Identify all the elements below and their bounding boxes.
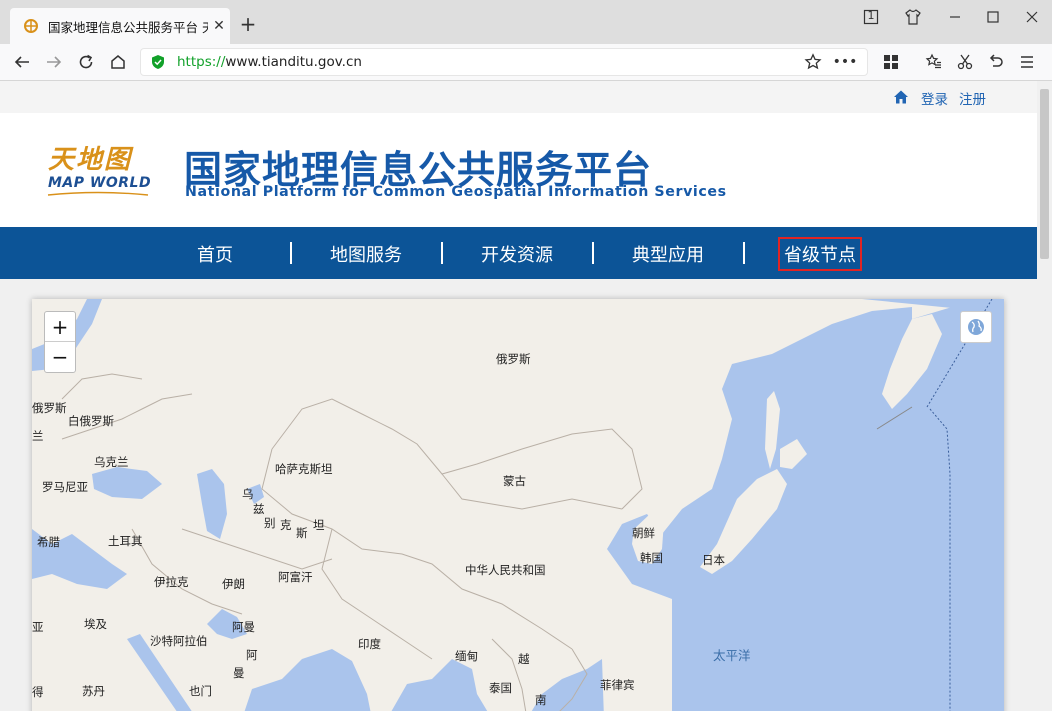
url-host: www.tianditu.gov.cn [225, 54, 362, 70]
favorites-list-icon[interactable] [923, 51, 945, 73]
map-label-myanmar: 缅甸 [455, 649, 478, 663]
map-label-india: 印度 [358, 637, 381, 651]
site-subtitle: National Platform for Common Geospatial … [185, 184, 727, 200]
url-scheme: https:// [177, 54, 226, 70]
nav-home[interactable]: 首页 [197, 241, 233, 267]
browser-tab[interactable]: 国家地理信息公共服务平台 天 ✕ [10, 8, 230, 44]
browser-tab-strip: 国家地理信息公共服务平台 天 ✕ + 1 [0, 0, 1052, 44]
login-link[interactable]: 登录 [921, 88, 948, 108]
tab-title: 国家地理信息公共服务平台 天 [48, 19, 208, 35]
zoom-control: + − [44, 311, 76, 373]
page-actions-icon[interactable]: ••• [833, 53, 858, 71]
map-label-vietnam: 越 [518, 652, 530, 666]
scissors-icon[interactable] [954, 51, 976, 73]
nav-separator [441, 242, 443, 264]
map-label-egypt: 埃及 [84, 617, 107, 631]
nav-separator [592, 242, 594, 264]
map-view[interactable]: 俄罗斯 俄罗斯 白俄罗斯 兰 乌克兰 罗马尼亚 哈萨克斯坦 蒙古 乌 兹 别 克… [32, 299, 1004, 711]
map-label-poland-fragment: 兰 [32, 429, 44, 443]
nav-dev-resources[interactable]: 开发资源 [481, 241, 553, 267]
secure-shield-icon[interactable] [150, 54, 166, 70]
map-label-japan: 日本 [702, 553, 725, 567]
map-label-uzbekistan-6: 坦 [313, 518, 325, 532]
globe-layer-icon[interactable] [960, 311, 992, 343]
map-label-russia: 俄罗斯 [496, 352, 531, 366]
tshirt-icon[interactable] [902, 6, 924, 28]
address-bar[interactable]: https://www.tianditu.gov.cn ••• [140, 48, 868, 76]
map-label-kazakhstan: 哈萨克斯坦 [275, 462, 333, 476]
map-label-cambodia: 南 [535, 693, 547, 707]
scrollbar-thumb[interactable] [1040, 89, 1049, 259]
map-label-sudan-fragment: 得 [32, 685, 44, 699]
map-label-uzbekistan-1: 乌 [242, 487, 254, 501]
map-label-romania: 罗马尼亚 [42, 480, 88, 494]
map-label-iran: 伊朗 [222, 577, 245, 591]
new-tab-icon[interactable]: + [238, 14, 258, 34]
zoom-out-button[interactable]: − [45, 342, 75, 371]
map-label-turkey: 土耳其 [108, 534, 143, 548]
minimize-icon[interactable] [944, 6, 966, 28]
tab-count-badge: 1 [867, 9, 875, 22]
map-label-uzbekistan-3: 别 [264, 516, 276, 530]
maximize-icon[interactable] [982, 6, 1004, 28]
undo-icon[interactable] [985, 51, 1007, 73]
bookmark-star-icon[interactable] [804, 53, 822, 71]
map-label-philippines: 菲律宾 [600, 678, 635, 692]
apps-grid-icon[interactable] [880, 51, 902, 73]
map-label-mongolia: 蒙古 [503, 474, 526, 488]
nav-provincial-nodes[interactable]: 省级节点 [778, 237, 862, 271]
map-label-sudan: 苏丹 [82, 684, 105, 698]
nav-separator [743, 242, 745, 264]
url-text[interactable]: https://www.tianditu.gov.cn [177, 54, 362, 70]
map-label-saudi: 沙特阿拉伯 [150, 634, 208, 648]
map-label-oman: 阿曼 [232, 620, 255, 634]
map-label-uzbekistan-4: 克 [280, 518, 292, 532]
tianditu-logo[interactable]: 天地图 MAP WORLD [46, 139, 156, 199]
menu-hamburger-icon[interactable] [1016, 51, 1038, 73]
map-label-pacific: 太平洋 [713, 648, 751, 663]
site-header: 天地图 MAP WORLD 国家地理信息公共服务平台 National Plat… [0, 113, 1037, 227]
tab-count-icon[interactable]: 1 [860, 6, 882, 28]
browser-toolbar: https://www.tianditu.gov.cn ••• [0, 44, 1052, 81]
map-label-russia-west: 俄罗斯 [32, 401, 67, 415]
register-link[interactable]: 注册 [959, 88, 986, 108]
close-window-icon[interactable] [1021, 6, 1043, 28]
tab-close-icon[interactable]: ✕ [210, 17, 228, 35]
map-label-ukraine: 乌克兰 [94, 455, 129, 469]
back-arrow-icon[interactable] [11, 51, 33, 73]
map-label-belarus: 白俄罗斯 [68, 414, 114, 428]
zoom-in-button[interactable]: + [45, 312, 75, 342]
map-label-uzbekistan-2: 兹 [253, 502, 265, 516]
home-icon[interactable] [893, 89, 909, 105]
nav-map-services[interactable]: 地图服务 [330, 241, 402, 267]
reload-icon[interactable] [75, 51, 97, 73]
map-label-china: 中华人民共和国 [465, 563, 546, 577]
logo-en-text: MAP WORLD [48, 175, 152, 191]
map-label-thailand: 泰国 [489, 681, 512, 695]
tianditu-favicon [22, 17, 40, 35]
map-label-north-korea: 朝鲜 [632, 526, 655, 540]
page-scrollbar[interactable] [1037, 81, 1052, 711]
map-label-greece: 希腊 [37, 535, 60, 549]
map-label-iraq: 伊拉克 [154, 575, 189, 589]
map-label-afghanistan: 阿富汗 [278, 570, 313, 584]
home-icon[interactable] [107, 51, 129, 73]
main-navigation: 首页 地图服务 开发资源 典型应用 省级节点 [0, 227, 1037, 279]
nav-typical-apps[interactable]: 典型应用 [632, 241, 704, 267]
map-label-yemen: 也门 [189, 684, 212, 698]
user-bar: 登录 注册 [0, 81, 1037, 113]
map-label-uae-2: 曼 [233, 666, 245, 680]
web-page: 登录 注册 天地图 MAP WORLD 国家地理信息公共服务平台 Nationa… [0, 81, 1052, 711]
map-label-uzbekistan-5: 斯 [296, 526, 308, 540]
map-label-egypt-fragment: 亚 [32, 620, 44, 634]
nav-separator [290, 242, 292, 264]
logo-cn-text: 天地图 [48, 145, 133, 175]
forward-arrow-icon[interactable] [43, 51, 65, 73]
map-label-south-korea: 韩国 [640, 551, 663, 565]
map-label-uae-1: 阿 [246, 648, 258, 662]
